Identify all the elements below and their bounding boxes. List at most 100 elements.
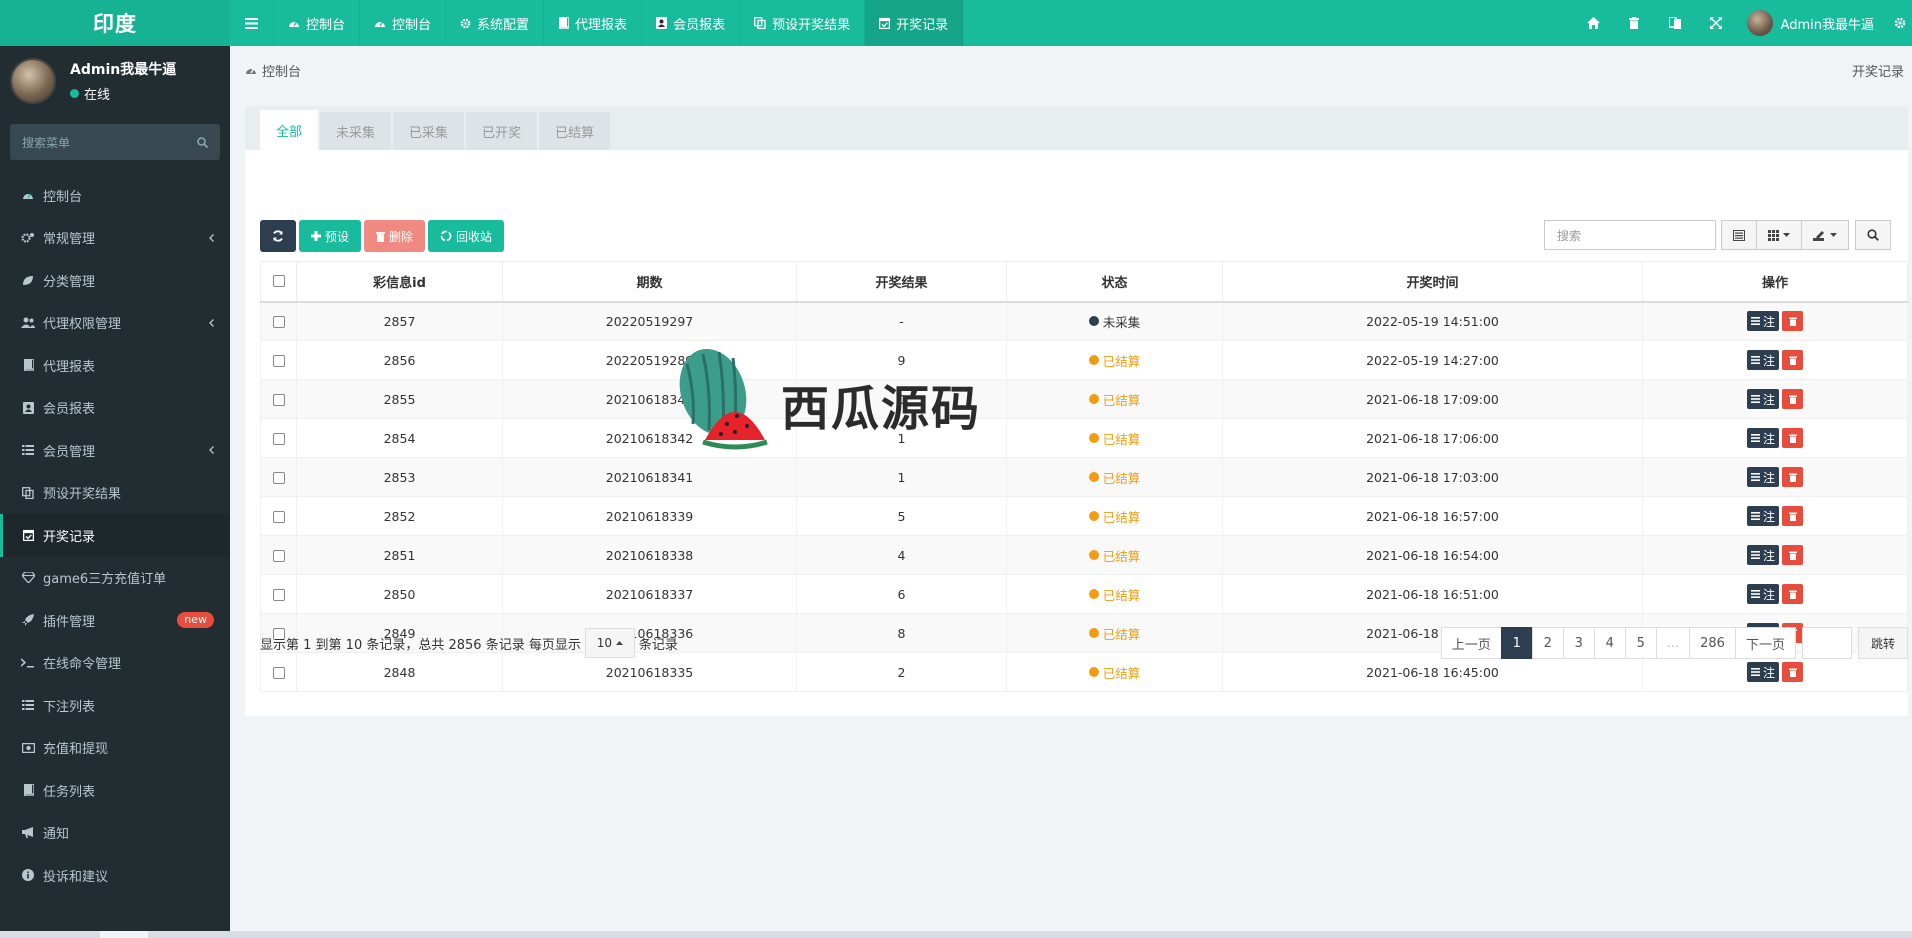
topnav-item-2[interactable]: 系统配置: [446, 0, 545, 46]
col-status-header[interactable]: 状态: [1006, 261, 1223, 303]
row-checkbox[interactable]: [272, 433, 285, 445]
tab-2[interactable]: 已采集: [393, 112, 465, 150]
page-2-button[interactable]: 2: [1531, 627, 1564, 659]
sidebar-item-2[interactable]: 分类管理: [0, 259, 230, 302]
bet-detail-button[interactable]: 注: [1747, 467, 1779, 487]
page-3-button[interactable]: 3: [1562, 627, 1595, 659]
page-size-select[interactable]: 10: [584, 628, 635, 658]
page-4-button[interactable]: 4: [1593, 627, 1626, 659]
bet-detail-button[interactable]: 注: [1747, 350, 1779, 370]
row-checkbox[interactable]: [272, 667, 285, 679]
sidebar-item-5[interactable]: 会员报表: [0, 387, 230, 430]
delete-button[interactable]: 删除: [364, 220, 426, 252]
recycle-bin-button[interactable]: 回收站: [428, 220, 505, 252]
sidebar-item-6[interactable]: 会员管理: [0, 429, 230, 472]
scrollbar-thumb[interactable]: [100, 931, 148, 938]
control-sidebar-button[interactable]: [1888, 0, 1912, 46]
fullscreen-button[interactable]: [1696, 0, 1737, 46]
sidebar-item-7[interactable]: 预设开奖结果: [0, 472, 230, 515]
bet-detail-button[interactable]: 注: [1747, 545, 1779, 565]
sidebar-item-11[interactable]: 在线命令管理: [0, 642, 230, 685]
col-id-header[interactable]: 彩信息id: [296, 261, 503, 303]
topnav-item-6[interactable]: 开奖记录: [865, 0, 964, 46]
brand-logo[interactable]: 印度: [0, 0, 230, 46]
page-286-button[interactable]: 286: [1689, 627, 1736, 659]
sidebar-item-16[interactable]: 投诉和建议: [0, 854, 230, 897]
sidebar-item-0[interactable]: 控制台: [0, 174, 230, 217]
row-checkbox[interactable]: [272, 394, 285, 406]
sidebar-item-10[interactable]: 插件管理 new: [0, 599, 230, 642]
row-checkbox[interactable]: [272, 589, 285, 601]
sidebar-item-12[interactable]: 下注列表: [0, 684, 230, 727]
sidebar-item-14[interactable]: 任务列表: [0, 769, 230, 812]
tab-0[interactable]: 全部: [260, 110, 319, 150]
row-delete-button[interactable]: [1782, 506, 1803, 526]
row-delete-button[interactable]: [1782, 467, 1803, 487]
row-checkbox[interactable]: [272, 511, 285, 523]
jump-page-input[interactable]: [1801, 627, 1852, 659]
sidebar-item-9[interactable]: game6三方充值订单: [0, 557, 230, 600]
bet-detail-button[interactable]: 注: [1747, 506, 1779, 526]
breadcrumb-home[interactable]: 控制台: [262, 61, 301, 80]
sidebar-item-8[interactable]: 开奖记录: [0, 514, 230, 557]
table-row[interactable]: 2852 20210618339 5 已结算 2021-06-18 16:57:00 注: [260, 496, 1908, 536]
table-row[interactable]: 2855 20210618343 0 已结算 2021-06-18 17:09:00 注: [260, 379, 1908, 419]
table-row[interactable]: 2853 20210618341 1 已结算 2021-06-18 17:03:00 注: [260, 457, 1908, 497]
table-row[interactable]: 2854 20210618342 1 已结算 2021-06-18 17:06:00 注: [260, 418, 1908, 458]
topnav-item-0[interactable]: 控制台: [274, 0, 361, 46]
table-row[interactable]: 2851 20210618338 4 已结算 2021-06-18 16:54:00 注: [260, 535, 1908, 575]
language-button[interactable]: [1655, 0, 1696, 46]
row-checkbox[interactable]: [272, 472, 285, 484]
sidebar-item-3[interactable]: 代理权限管理: [0, 302, 230, 345]
topnav-item-5[interactable]: 预设开奖结果: [740, 0, 866, 46]
topnav-item-3[interactable]: 代理报表: [544, 0, 643, 46]
row-delete-button[interactable]: [1782, 662, 1803, 682]
row-checkbox[interactable]: [272, 355, 285, 367]
top-user-menu[interactable]: Admin我最牛逼: [1737, 10, 1888, 36]
export-button[interactable]: [1801, 220, 1849, 250]
sidebar-item-13[interactable]: 充值和提现: [0, 727, 230, 770]
page-ellipsis-button[interactable]: ...: [1655, 627, 1691, 659]
select-all-checkbox[interactable]: [272, 275, 285, 288]
row-checkbox[interactable]: [272, 550, 285, 562]
row-checkbox[interactable]: [272, 316, 285, 329]
bet-detail-button[interactable]: 注: [1747, 311, 1779, 332]
table-row[interactable]: 2856 20220519289 9 已结算 2022-05-19 14:27:00 注: [260, 340, 1908, 380]
clear-cache-button[interactable]: [1614, 0, 1655, 46]
toggle-view-button[interactable]: [1721, 220, 1757, 250]
bet-detail-button[interactable]: 注: [1747, 389, 1779, 409]
bet-detail-button[interactable]: 注: [1747, 428, 1779, 448]
bet-detail-button[interactable]: 注: [1747, 662, 1779, 682]
search-button[interactable]: [1855, 220, 1891, 250]
col-result-header[interactable]: 开奖结果: [796, 261, 1007, 303]
col-period-header[interactable]: 期数: [502, 261, 797, 303]
tab-4[interactable]: 已结算: [539, 112, 611, 150]
page-5-button[interactable]: 5: [1624, 627, 1657, 659]
columns-button[interactable]: [1756, 220, 1802, 250]
table-row[interactable]: 2857 20220519297- 未采集 2022-05-19 14:51:00 注: [260, 301, 1908, 341]
row-delete-button[interactable]: [1782, 389, 1803, 409]
home-button[interactable]: [1573, 0, 1614, 46]
preset-button[interactable]: 预设: [299, 220, 362, 252]
col-time-header[interactable]: 开奖时间: [1222, 261, 1643, 303]
sidebar-item-1[interactable]: 常规管理: [0, 217, 230, 260]
next-page-button[interactable]: 下一页: [1734, 627, 1796, 659]
bet-detail-button[interactable]: 注: [1747, 584, 1779, 604]
page-1-button[interactable]: 1: [1500, 627, 1533, 659]
tab-1[interactable]: 未采集: [320, 112, 392, 150]
jump-button[interactable]: 跳转: [1857, 627, 1908, 659]
row-delete-button[interactable]: [1782, 311, 1803, 332]
topnav-item-1[interactable]: 控制台: [360, 0, 447, 46]
table-search-input[interactable]: 搜索: [1544, 220, 1716, 250]
sidebar-toggle-button[interactable]: [230, 0, 274, 46]
row-delete-button[interactable]: [1782, 545, 1803, 565]
sidebar-item-4[interactable]: 代理报表: [0, 344, 230, 387]
topnav-item-4[interactable]: 会员报表: [642, 0, 741, 46]
tab-3[interactable]: 已开奖: [466, 112, 538, 150]
row-delete-button[interactable]: [1782, 428, 1803, 448]
sidebar-search-input[interactable]: 搜索菜单: [10, 124, 220, 160]
row-delete-button[interactable]: [1782, 350, 1803, 370]
prev-page-button[interactable]: 上一页: [1440, 627, 1502, 659]
sidebar-item-15[interactable]: 通知: [0, 812, 230, 855]
row-delete-button[interactable]: [1782, 584, 1803, 604]
